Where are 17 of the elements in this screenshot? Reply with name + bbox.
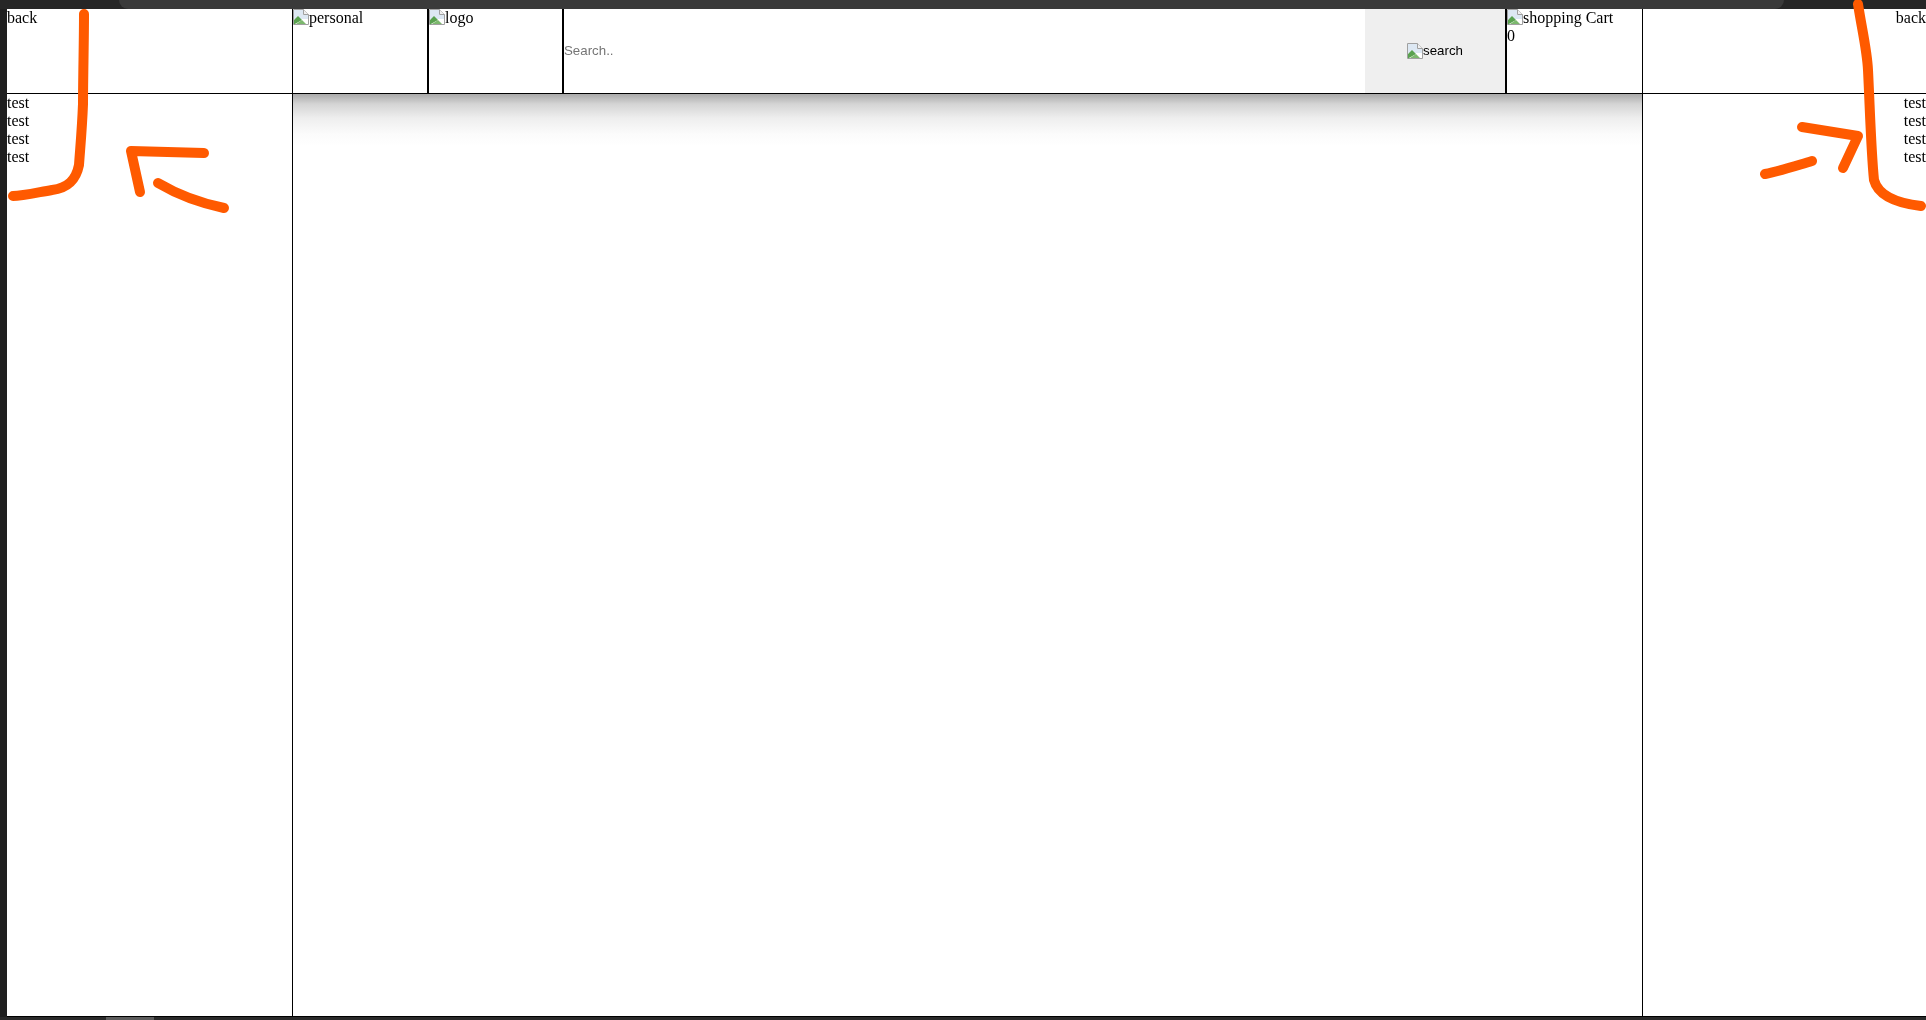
sidebar-item: test	[7, 130, 30, 148]
sidebar-item: test	[1903, 112, 1926, 130]
search-button[interactable]: search	[1365, 9, 1507, 93]
sidebar-item: test	[1903, 130, 1926, 148]
broken-image-icon	[1407, 43, 1424, 59]
personal-image-link[interactable]: personal	[293, 9, 364, 26]
cart-count: 0	[1507, 27, 1515, 45]
sidebar-item: test	[7, 112, 30, 130]
back-link[interactable]: back	[1895, 9, 1926, 27]
scrollbar-thumb[interactable]	[106, 1017, 154, 1020]
sidebar-item: test	[7, 148, 30, 166]
logo-image-link[interactable]: logo	[429, 9, 474, 26]
sidebar-item: test	[1903, 148, 1926, 166]
sidebar-item: test	[7, 94, 30, 112]
shopping-cart-link[interactable]: shopping Cart	[1507, 9, 1614, 27]
sidebar-item: test	[1903, 94, 1926, 112]
back-link[interactable]: back	[7, 9, 38, 26]
